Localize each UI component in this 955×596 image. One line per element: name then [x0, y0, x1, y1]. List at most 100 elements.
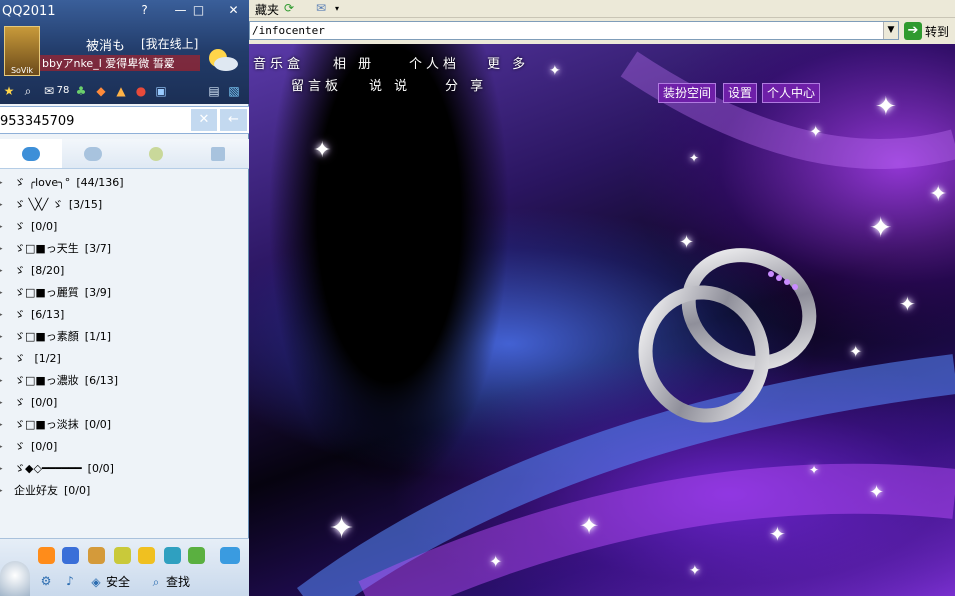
star-decoration: ✦ [679, 232, 695, 253]
clover-icon[interactable]: ♣ [72, 82, 90, 100]
group-name: ゞ ╲╳╱ ゞ [14, 198, 63, 211]
group-name: ゞ ╭love╮° [14, 176, 71, 189]
search-icon[interactable]: ⌕ [19, 82, 37, 100]
find-label: 查找 [166, 575, 191, 589]
security-button[interactable]: ◈ 安全 [88, 573, 130, 590]
rings-image [638, 248, 817, 423]
list-item[interactable]: ゞ□■っ麗質 [3/9] [0, 282, 249, 304]
list-item[interactable]: 企业好友 [0/0] [0, 480, 249, 502]
app-icon-cloud[interactable] [220, 547, 240, 564]
star-decoration: ✦ [875, 92, 897, 122]
list-item[interactable]: ゞ ╲╳╱ ゞ [3/15] [0, 194, 249, 216]
app-icon-penguin[interactable] [62, 547, 79, 564]
group-count: [0/0] [87, 462, 114, 475]
group-name: ゞ□■っ麗質 [14, 286, 79, 299]
nav-guestbook[interactable]: 留言板 [291, 75, 342, 94]
minimize-icon[interactable]: — [172, 3, 189, 18]
contact-group-list: ゞ ╭love╮° [44/136] ゞ ╲╳╱ ゞ [3/15] ゞ [0/0] ゞ… [0, 172, 249, 538]
sound-icon[interactable]: ♪ [62, 573, 78, 589]
help-icon[interactable]: ? [136, 3, 153, 18]
group-count: [6/13] [84, 374, 119, 387]
qq-main-menu-icon[interactable] [0, 561, 30, 596]
address-dropdown-icon[interactable]: ▼ [883, 22, 898, 39]
find-button[interactable]: ⌕ 查找 [148, 573, 190, 590]
app-icon-music[interactable] [164, 547, 181, 564]
app-icon-orange[interactable] [38, 547, 55, 564]
nav-profile[interactable]: 个人档 [409, 53, 460, 72]
background-streaks [297, 51, 955, 596]
signature-ellipsis: ... [160, 55, 172, 69]
list-item[interactable]: ゞ□■っ濃妝 [6/13] [0, 370, 249, 392]
app-icon-pet[interactable] [88, 547, 105, 564]
list-item[interactable]: ゞ ╭love╮° [44/136] [0, 172, 249, 194]
nav-album[interactable]: 相 册 [333, 53, 375, 72]
news-icon[interactable]: ▣ [152, 82, 170, 100]
settings-gear-icon[interactable]: ⚙ [38, 573, 54, 589]
search-input[interactable]: 953345709 [0, 114, 74, 129]
list-item[interactable]: ゞ [6/13] [0, 304, 249, 326]
list-item[interactable]: ゞ [0/0] [0, 392, 249, 414]
star-decoration: ✦ [899, 292, 916, 316]
list-item[interactable]: ゞ [8/20] [0, 260, 249, 282]
shield-icon: ◈ [91, 574, 101, 589]
settings-button[interactable]: 设置 [723, 83, 758, 103]
clear-icon[interactable]: ✕ [191, 109, 217, 131]
group-name: 企业好友 [14, 484, 58, 497]
app-icon-game[interactable] [114, 547, 131, 564]
qq-panel: QQ2011 ? — □ ✕ SoVik 被消も [我在线上] bbyアnke_… [0, 0, 249, 596]
app-icon-video[interactable] [138, 547, 155, 564]
go-button[interactable]: ➔ 转到 [904, 21, 954, 41]
app-icon-shield[interactable] [188, 547, 205, 564]
favorites-menu[interactable]: 藏夹 [255, 1, 279, 18]
bag-icon[interactable]: ▲ [112, 82, 130, 100]
nav-music-box[interactable]: 音乐盒 [253, 53, 304, 72]
list-item[interactable]: ゞ□■っ素顏 [1/1] [0, 326, 249, 348]
app-box-icon[interactable]: ▤ [205, 82, 223, 100]
list-item[interactable]: ゞ [0/0] [0, 216, 249, 238]
group-name: ゞ [14, 220, 25, 233]
mail-icon[interactable]: ✉ [313, 1, 329, 16]
list-item[interactable]: ゞ◆◇━━━━━━ [0/0] [0, 458, 249, 480]
tab-groups[interactable] [62, 139, 125, 168]
nav-shuoshuo[interactable]: 说 说 [369, 75, 411, 94]
pet-icon[interactable]: ◆ [92, 82, 110, 100]
nav-share[interactable]: 分 享 [445, 75, 487, 94]
group-name: ゞ□■っ素顏 [14, 330, 79, 343]
group-name: ゞ [14, 308, 25, 321]
close-icon[interactable]: ✕ [225, 3, 242, 18]
group-count: [0/0] [64, 484, 91, 497]
group-name: ゞ [14, 264, 25, 277]
magnifier-icon: ⌕ [152, 574, 160, 589]
qq-header: QQ2011 ? — □ ✕ SoVik 被消も [我在线上] bbyアnke_… [0, 0, 249, 104]
color-icon[interactable]: ▧ [225, 82, 243, 100]
nav-more[interactable]: 更 多 [487, 53, 529, 72]
decorate-space-button[interactable]: 装扮空间 [658, 83, 717, 103]
group-count: [0/0] [31, 220, 58, 233]
address-input[interactable]: /infocenter [249, 21, 899, 40]
go-label: 转到 [925, 24, 950, 39]
tab-contacts[interactable] [0, 139, 63, 168]
security-label: 安全 [106, 575, 131, 589]
star-icon[interactable]: ★ [0, 82, 18, 100]
star-decoration: ✦ [689, 563, 701, 579]
list-item[interactable]: ゞ [0/0] [0, 436, 249, 458]
weather-sun-icon[interactable] [204, 44, 240, 74]
star-decoration: ✦ [849, 342, 863, 361]
star-decoration: ✦ [929, 182, 948, 207]
online-status[interactable]: [我在线上] [141, 35, 198, 52]
back-arrow-icon[interactable]: ← [220, 109, 247, 131]
avatar[interactable]: SoVik [4, 26, 40, 76]
address-bar: /infocenter ▼ ➔ 转到 [249, 19, 955, 43]
maximize-icon[interactable]: □ [190, 3, 207, 18]
refresh-icon[interactable]: ⟳ [281, 1, 297, 16]
signature[interactable]: bbyアnke_l 爱得卑微 誓爱 [40, 55, 200, 71]
list-item[interactable]: ゞ□■っ淡抹 [0/0] [0, 414, 249, 436]
list-item[interactable]: ゞ□■っ天生 [3/7] [0, 238, 249, 260]
mail-dropdown-icon[interactable]: ▾ [329, 1, 345, 16]
soso-icon[interactable]: ● [132, 82, 150, 100]
list-item[interactable]: ゞ [1/2] [0, 348, 249, 370]
personal-center-button[interactable]: 个人中心 [762, 83, 821, 103]
star-decoration: ✦ [549, 63, 561, 79]
tab-recent[interactable] [186, 139, 249, 168]
tab-qzone[interactable] [124, 139, 187, 168]
